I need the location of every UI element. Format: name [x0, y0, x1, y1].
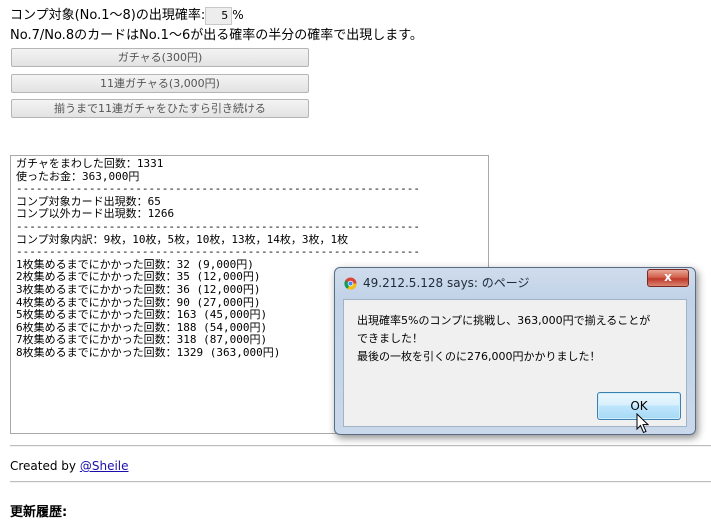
dialog-body: 出現確率5%のコンプに挑戦し、363,000円で揃えることが できました！ 最後の一…	[343, 299, 687, 427]
mouse-pointer-icon	[636, 413, 650, 434]
dialog-titlebar[interactable]: 49.212.5.128 says: のページ x	[335, 268, 695, 298]
result-line: コンプ対象カード出現数：65	[16, 195, 161, 208]
history-heading: 更新履歴:	[10, 505, 68, 520]
result-line: ガチャをまわした回数：1331	[16, 158, 164, 170]
result-line: コンプ以外カード出現数：1266	[16, 208, 175, 221]
dialog-message: 出現確率5%のコンプに挑戦し、363,000円で揃えることが できました！ 最後の一…	[357, 312, 650, 366]
rate-row: コンプ対象(No.1〜8)の出現確率: 5%	[10, 5, 244, 26]
close-button[interactable]: x	[647, 269, 689, 287]
rate-input[interactable]: 5	[205, 6, 233, 25]
credit-prefix: Created by	[10, 459, 80, 473]
chrome-icon	[344, 277, 357, 290]
dialog-message-line: 出現確率5%のコンプに挑戦し、363,000円で揃えることが	[357, 314, 651, 327]
alert-dialog: 49.212.5.128 says: のページ x 出現確率5%のコンプに挑戦し…	[334, 267, 696, 435]
result-line: 使ったお金：363,000円	[16, 170, 140, 183]
gacha-until-complete-button[interactable]: 揃うまで11連ガチャをひたすら引き続ける	[11, 99, 309, 118]
result-line: ----------------------------------------…	[16, 246, 420, 259]
rate-label: コンプ対象(No.1〜8)の出現確率:	[10, 8, 206, 23]
result-line: ----------------------------------------…	[16, 220, 420, 233]
probability-note: No.7/No.8のカードはNo.1〜6が出る確率の半分の確率で出現します。	[10, 28, 423, 43]
gacha-11-button[interactable]: 11連ガチャる(3,000円)	[11, 74, 309, 93]
dialog-title: 49.212.5.128 says: のページ	[363, 276, 530, 290]
credit-line: Created by @Sheile	[10, 458, 129, 474]
result-line: ----------------------------------------…	[16, 183, 420, 196]
gacha-button[interactable]: ガチャる(300円)	[11, 48, 309, 67]
dialog-message-line: 最後の一枚を引くのに276,000円かかりました！	[357, 350, 601, 363]
divider	[10, 445, 711, 447]
author-link[interactable]: @Sheile	[80, 459, 129, 473]
dialog-message-line: できました！	[357, 332, 423, 345]
divider	[10, 481, 711, 483]
result-line: コンプ対象内訳：9枚，10枚，5枚，10枚，13枚，14枚，3枚，1枚	[16, 233, 349, 246]
rate-unit: %	[232, 8, 244, 22]
